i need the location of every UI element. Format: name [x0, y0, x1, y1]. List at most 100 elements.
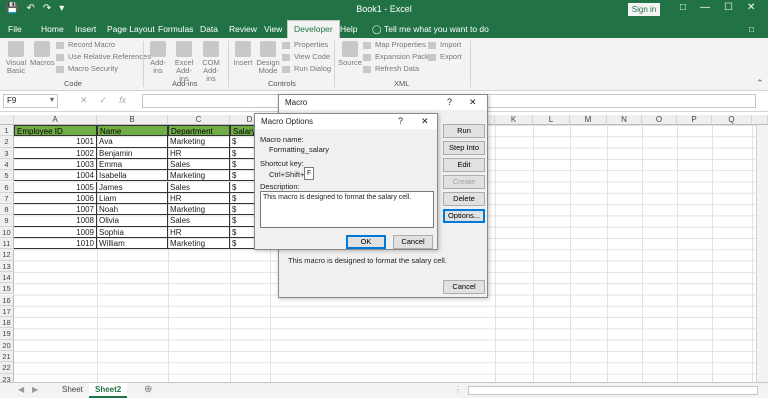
table-cell[interactable]: Sales [168, 215, 230, 227]
confirm-entry-icon[interactable]: ✓ [100, 95, 108, 106]
row-header[interactable]: 16 [0, 294, 14, 306]
column-header[interactable]: P [677, 115, 712, 125]
view-code-button[interactable]: View Code [282, 52, 330, 62]
close-icon[interactable]: ✕ [421, 114, 429, 129]
row-header[interactable]: 1 [0, 125, 14, 137]
delete-button[interactable]: Delete [443, 192, 485, 206]
tab-view[interactable]: View [264, 22, 282, 38]
row-header[interactable]: 19 [0, 328, 14, 340]
table-cell[interactable]: 1006 [14, 192, 97, 205]
table-cell[interactable]: 1001 [14, 136, 97, 148]
comments-icon[interactable]: □ [749, 22, 754, 38]
table-cell[interactable]: Noah [97, 204, 168, 216]
column-header[interactable]: B [97, 115, 168, 125]
description-textarea[interactable]: This macro is designed to format the sal… [260, 191, 434, 228]
table-cell[interactable]: Marketing [168, 136, 230, 148]
tab-developer[interactable]: Developer [287, 20, 340, 38]
column-header[interactable]: O [642, 115, 677, 125]
table-cell[interactable]: 1003 [14, 158, 97, 171]
table-cell[interactable]: HR [168, 226, 230, 238]
table-cell[interactable]: HR [168, 147, 230, 159]
tell-me-search[interactable]: Tell me what you want to do [384, 22, 489, 38]
help-icon[interactable]: ? [447, 95, 452, 110]
row-header[interactable]: 6 [0, 181, 14, 193]
cancel-entry-icon[interactable]: ✕ [80, 95, 88, 106]
record-macro-button[interactable]: Record Macro [56, 40, 115, 50]
row-header[interactable]: 15 [0, 283, 14, 295]
column-header[interactable]: L [533, 115, 570, 125]
options-button[interactable]: Options... [443, 209, 485, 223]
table-cell[interactable]: Emma [97, 158, 168, 171]
table-header-cell[interactable]: Department [168, 125, 230, 137]
table-cell[interactable]: Benjamin [97, 147, 168, 159]
tab-file[interactable]: File [8, 22, 22, 38]
table-cell[interactable]: 1007 [14, 204, 97, 216]
table-cell[interactable]: 1002 [14, 147, 97, 159]
tab-home[interactable]: Home [41, 22, 64, 38]
column-header[interactable]: A [14, 115, 97, 125]
select-all-corner[interactable] [0, 115, 14, 125]
map-properties-button[interactable]: Map Properties [363, 40, 426, 50]
step-into-button[interactable]: Step Into [443, 141, 485, 155]
table-cell[interactable]: 1010 [14, 238, 97, 250]
column-header[interactable]: M [570, 115, 607, 125]
table-cell[interactable]: Marketing [168, 238, 230, 250]
column-header[interactable]: K [495, 115, 533, 125]
cancel-button[interactable]: Cancel [393, 235, 433, 249]
scroll-right-icon[interactable]: ▶ [32, 385, 38, 394]
excel-add-ins-button[interactable]: Excel Add-ins [172, 41, 196, 83]
table-cell[interactable]: Sales [168, 181, 230, 193]
help-icon[interactable]: ? [398, 114, 403, 129]
table-cell[interactable]: 1008 [14, 215, 97, 227]
table-cell[interactable]: HR [168, 192, 230, 205]
row-header[interactable]: 22 [0, 362, 14, 374]
close-icon[interactable]: ✕ [469, 95, 477, 110]
table-cell[interactable]: Sophia [97, 226, 168, 238]
name-box-dropdown-icon[interactable]: ▾ [50, 95, 54, 104]
run-dialog-button[interactable]: Run Dialog [282, 64, 331, 74]
run-button[interactable]: Run [443, 124, 485, 138]
edit-button[interactable]: Edit [443, 158, 485, 172]
insert-function-icon[interactable]: fx [119, 95, 126, 106]
tab-formulas[interactable]: Formulas [158, 22, 193, 38]
tab-data[interactable]: Data [200, 22, 218, 38]
tab-split-handle-icon[interactable]: ⋮ [454, 385, 462, 394]
import-button[interactable]: Import [428, 40, 461, 50]
ok-button[interactable]: OK [346, 235, 386, 249]
table-cell[interactable]: James [97, 181, 168, 193]
add-ins-button[interactable]: Add-ins [148, 41, 168, 75]
macros-button[interactable]: Macros [30, 41, 55, 67]
column-header[interactable] [752, 115, 768, 125]
table-cell[interactable]: 1005 [14, 181, 97, 193]
row-header[interactable]: 3 [0, 147, 14, 159]
row-header[interactable]: 18 [0, 317, 14, 329]
design-mode-button[interactable]: Design Mode [256, 41, 280, 75]
table-cell[interactable]: Marketing [168, 204, 230, 216]
com-add-ins-button[interactable]: COM Add-ins [199, 41, 223, 83]
create-button[interactable]: Create [443, 175, 485, 189]
table-cell[interactable]: Sales [168, 158, 230, 171]
macro-security-button[interactable]: Macro Security [56, 64, 118, 74]
row-header[interactable]: 5 [0, 170, 14, 182]
table-cell[interactable]: Isabella [97, 170, 168, 182]
row-header[interactable]: 21 [0, 351, 14, 363]
table-cell[interactable]: Olivia [97, 215, 168, 227]
row-header[interactable]: 12 [0, 249, 14, 261]
maximize-icon[interactable]: ☐ [724, 2, 733, 13]
properties-button[interactable]: Properties [282, 40, 328, 50]
table-cell[interactable]: Ava [97, 136, 168, 148]
visual-basic-button[interactable]: Visual Basic [4, 41, 28, 75]
table-cell[interactable]: Marketing [168, 170, 230, 182]
column-header[interactable]: N [607, 115, 642, 125]
sign-in-button[interactable]: Sign in [628, 3, 660, 16]
shortcut-key-input[interactable]: F [304, 167, 314, 180]
tab-review[interactable]: Review [229, 22, 257, 38]
row-header[interactable]: 14 [0, 271, 14, 284]
export-button[interactable]: Export [428, 52, 462, 62]
row-header[interactable]: 4 [0, 158, 14, 171]
table-cell[interactable]: William [97, 238, 168, 250]
row-header[interactable]: 2 [0, 136, 14, 148]
table-cell[interactable]: Liam [97, 192, 168, 205]
row-header[interactable]: 9 [0, 215, 14, 227]
add-sheet-icon[interactable]: ⊕ [144, 384, 152, 395]
